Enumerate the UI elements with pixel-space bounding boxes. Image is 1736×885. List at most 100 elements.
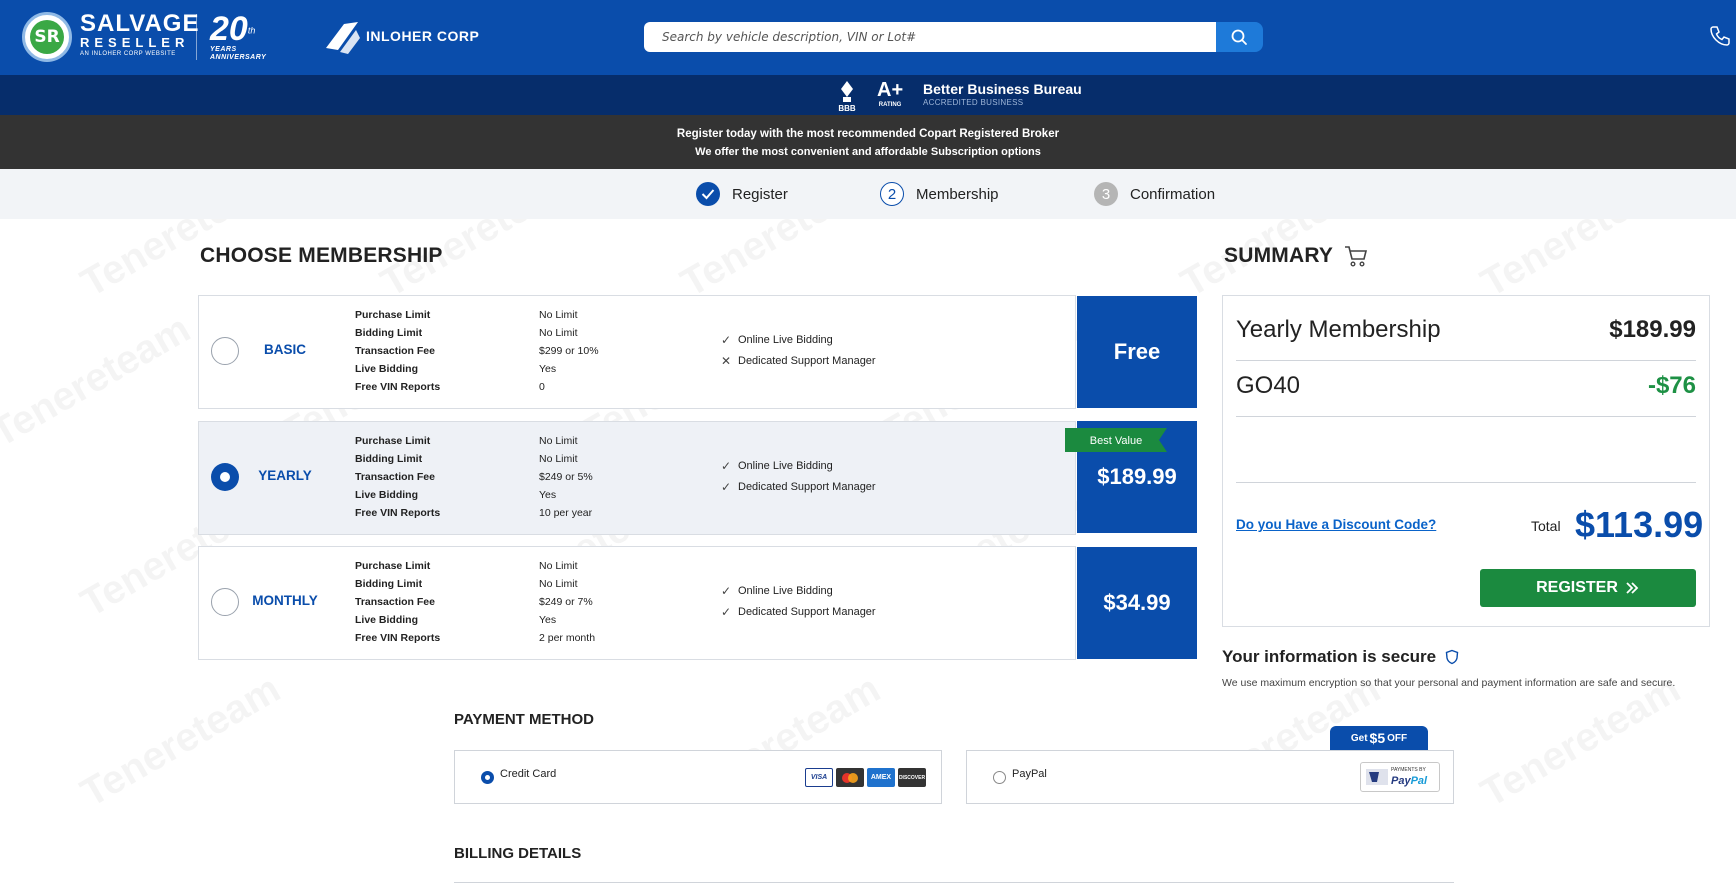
site-header: SR SALVAGE RESELLER AN INLOHER CORP WEBS… [0,0,1736,75]
paypal-badge-word: PayPal [1391,775,1427,787]
anniversary-label: ANNIVERSARY [210,54,267,61]
check-label: Dedicated Support Manager [738,355,876,367]
secure-title-text: Your information is secure [1222,647,1437,666]
payment-label: PayPal [1012,768,1047,780]
check-label: Online Live Bidding [738,585,833,597]
payment-radio[interactable] [481,771,494,784]
check-icon: ✓ [721,480,732,494]
step-membership: 2 Membership [880,181,999,207]
plan-basic[interactable]: BASIC Purchase Limit No Limit Bidding Lim… [198,295,1076,409]
feature-key: Free VIN Reports [355,507,441,519]
promo-line2: We offer the most convenient and afforda… [695,146,1041,158]
check-icon: ✓ [721,584,732,598]
summary-card: Yearly Membership $189.99 GO40 -$76 Do y… [1222,295,1710,627]
amex-icon: AMEX [867,768,895,787]
discount-code-link[interactable]: Do you Have a Discount Code? [1236,517,1436,532]
summary-coupon-row: GO40 -$76 [1236,372,1696,400]
payment-option-paypal[interactable]: PayPal PAYMENTS BY PayPal [966,750,1454,804]
feature-value: No Limit [539,435,578,447]
search-input[interactable] [644,22,1216,52]
check-icon: ✓ [721,333,732,347]
plan-name: MONTHLY [252,593,318,608]
check-icon: ✓ [721,605,732,619]
phone-icon[interactable] [1708,24,1732,48]
promo-suffix: OFF [1387,732,1408,744]
bbb-bar: BBB A+ RATING Better Business Bureau ACC… [0,75,1736,115]
plan-price[interactable]: $34.99 [1077,547,1197,659]
logo-line1: SALVAGE [80,10,200,37]
anniversary-suffix: th [247,25,256,36]
check-label: Dedicated Support Manager [738,481,876,493]
feature-key: Transaction Fee [355,345,435,357]
search-button[interactable] [1216,22,1263,52]
feature-key: Free VIN Reports [355,381,441,393]
plan-monthly[interactable]: MONTHLY Purchase Limit No Limit Bidding L… [198,546,1076,660]
step-number: 2 [880,182,904,206]
check-label: Online Live Bidding [738,334,833,346]
watermark-text: Tenereteam [1474,219,1688,306]
plan-features: Purchase Limit No Limit Bidding Limit No L… [355,557,699,647]
bbb-title: Better Business Bureau [923,81,1082,97]
plan-checks: ✓ Online Live Bidding ✓ Dedicated Support … [721,581,876,623]
cart-icon [1345,246,1368,267]
summary-title: SUMMARY [1224,244,1369,268]
check-label: Dedicated Support Manager [738,606,876,618]
plan-name: YEARLY [258,468,312,483]
paypal-logo: PAYMENTS BY PayPal [1360,762,1440,792]
register-label: REGISTER [1536,579,1618,596]
inloher-logo-icon[interactable] [322,18,362,56]
bbb-text: Better Business Bureau ACCREDITED BUSINE… [923,80,1082,108]
partner-name[interactable]: INLOHER CORP [366,28,479,44]
cross-icon: ✕ [721,354,732,368]
watermark-text: Tenereteam [1474,667,1688,817]
payment-title: PAYMENT METHOD [454,711,595,728]
payment-radio[interactable] [993,771,1006,784]
watermark-text: Tenereteam [0,307,198,457]
feature-value: 2 per month [539,632,596,644]
progress-steps: Register 2 Membership 3 Confirmation [0,169,1736,219]
logo-initials: SR [30,20,64,54]
membership-title: CHOOSE MEMBERSHIP [200,244,443,267]
payment-option-credit-card[interactable]: Credit Card VISA AMEX DISCOVER [454,750,942,804]
mastercard-icon [836,768,864,787]
plan-radio[interactable] [211,463,239,491]
header-divider [196,14,197,60]
bbb-torch-icon: BBB [838,81,856,113]
bbb-rating-grade: A+ [877,79,904,101]
feature-key: Purchase Limit [355,435,431,447]
salvage-reseller-logo[interactable]: SR [22,12,72,62]
feature-value: $249 or 7% [539,596,593,608]
best-value-ribbon: Best Value [1065,428,1167,452]
anniversary-number: 20 [210,10,248,48]
feature-value: No Limit [539,560,578,572]
feature-value: Yes [539,614,557,626]
anniversary-badge: 20th YEARS ANNIVERSARY [210,12,266,62]
plan-radio[interactable] [211,588,239,616]
feature-value: $249 or 5% [539,471,593,483]
summary-item-price: $189.99 [1609,316,1696,343]
logo-text[interactable]: SALVAGE RESELLER AN INLOHER CORP WEBSITE [80,12,199,59]
plan-radio[interactable] [211,337,239,365]
feature-key: Live Bidding [355,363,418,375]
plan-name: BASIC [263,342,306,357]
register-button[interactable]: REGISTER [1480,569,1696,607]
feature-value: 10 per year [539,507,593,519]
step-number: 3 [1094,182,1118,206]
plan-yearly[interactable]: YEARLY Purchase Limit No Limit Bidding Li… [198,421,1076,535]
paypal-icon [1366,769,1388,785]
feature-value: No Limit [539,327,578,339]
search-box [644,22,1216,52]
plan-price[interactable]: Free [1077,296,1197,408]
check-label: Online Live Bidding [738,460,833,472]
visa-icon: VISA [805,768,833,787]
best-value-label: Best Value [1090,435,1142,447]
bbb-subtitle: ACCREDITED BUSINESS [923,98,1024,107]
step-label: Confirmation [1130,185,1216,203]
search-icon [1231,29,1247,45]
shield-icon [1445,649,1459,665]
secure-text: We use maximum encryption so that your p… [1222,677,1676,689]
paypal-discount-badge: Get $5 OFF [1330,726,1428,750]
payment-label: Credit Card [500,768,557,780]
summary-divider [1236,416,1696,417]
paypal-badge-pay: Pay [1391,775,1411,787]
